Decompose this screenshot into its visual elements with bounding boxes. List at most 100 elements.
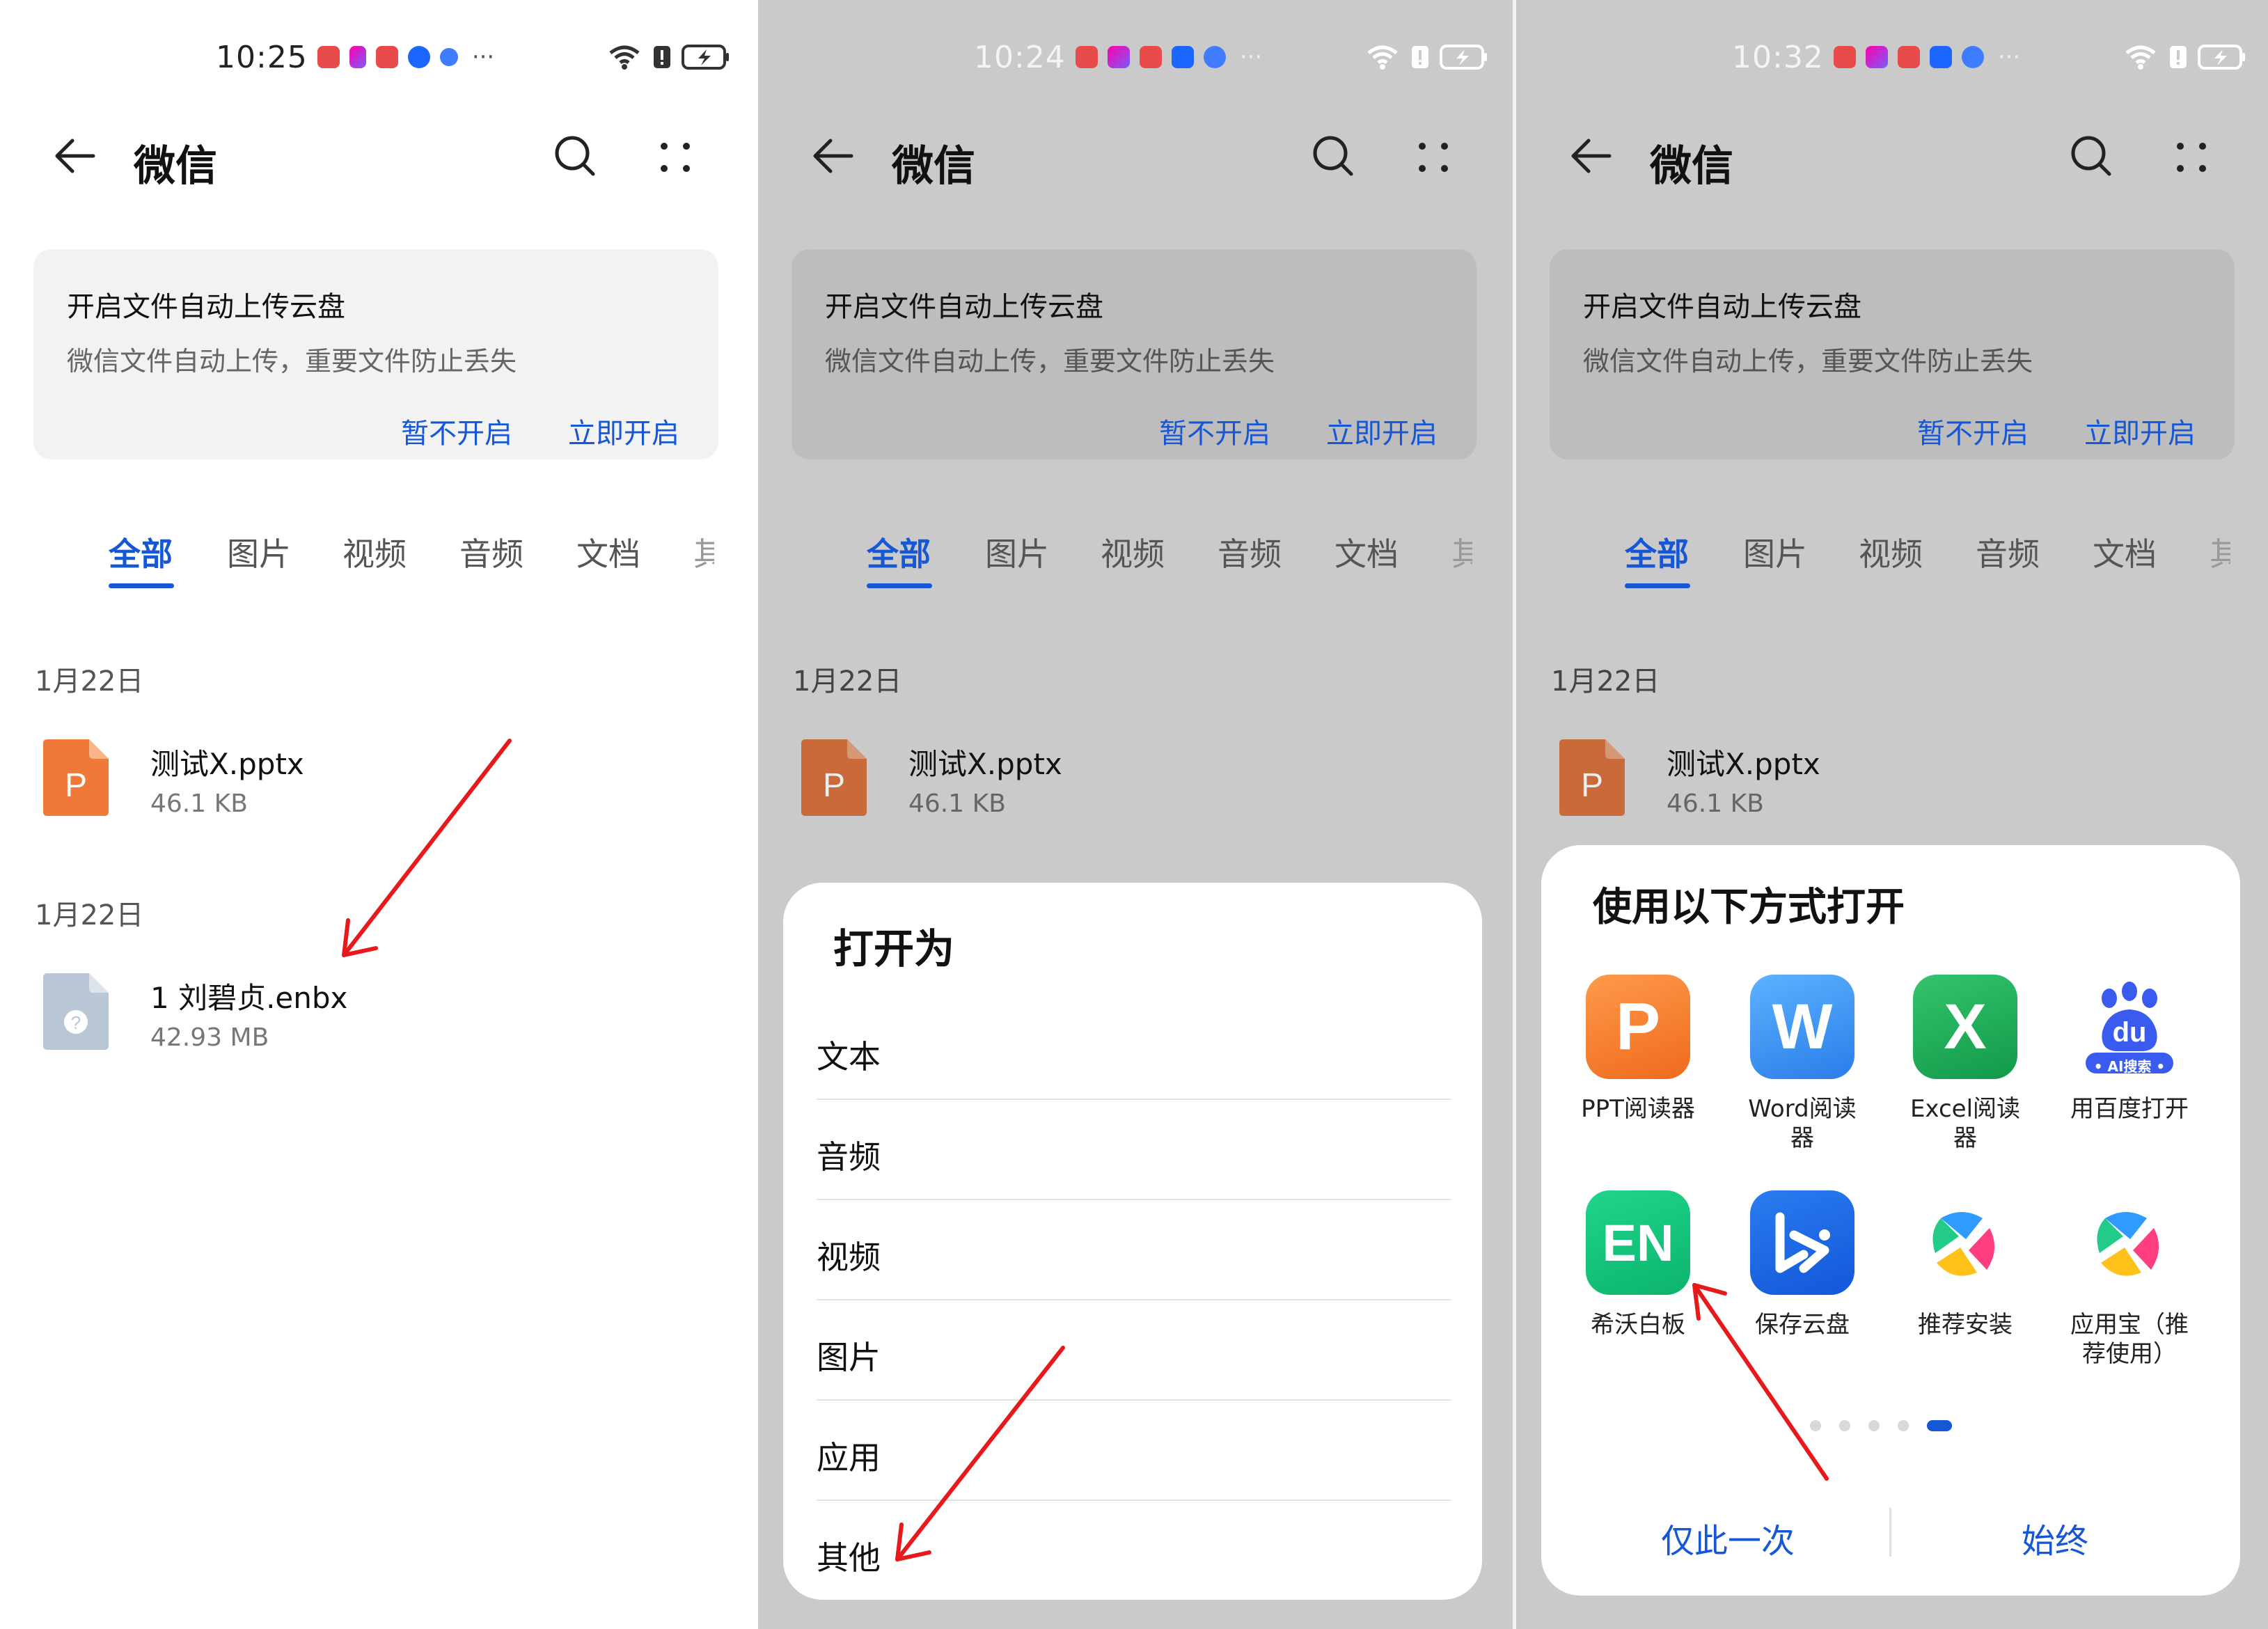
tab-documents[interactable]: 文档 [2093,529,2157,575]
tab-audio[interactable]: 音频 [1218,529,1282,575]
tab-videos[interactable]: 视频 [1101,529,1165,575]
app-notification-icon [1107,46,1130,68]
banner-title: 开启文件自动上传云盘 [67,291,345,323]
unknown-file-icon[interactable]: ? [43,973,109,1050]
page-dot[interactable] [1810,1420,1821,1431]
option-label: 应用 [817,1439,881,1477]
app-notification-icon [1075,46,1098,68]
always-button[interactable]: 始终 [2022,1513,2088,1562]
status-right [606,36,730,78]
page-dot-active[interactable] [1927,1420,1952,1431]
app-notification-icon [1203,46,1226,68]
tab-videos[interactable]: 视频 [1859,529,1923,575]
app-glyph: W [1772,991,1833,1062]
annotation-arrow-icon [342,739,512,957]
grid-more-icon[interactable] [654,136,696,178]
date-header: 1月22日 [35,899,144,931]
tab-audio[interactable]: 音频 [459,529,523,575]
tab-images[interactable]: 图片 [227,529,291,575]
tab-audio[interactable]: 音频 [1976,529,2040,575]
app-excel-reader[interactable]: X Excel阅读器 [1892,975,2038,1153]
tab-documents[interactable]: 文档 [1334,529,1399,575]
banner-enable-button[interactable]: 立即开启 [568,411,679,451]
svg-text:P: P [1581,767,1603,804]
search-icon[interactable] [550,131,600,181]
tab-other[interactable]: 其 [2210,529,2230,575]
grid-more-icon[interactable] [1412,136,1454,178]
cloud-upload-banner: 开启文件自动上传云盘 微信文件自动上传，重要文件防止丢失 暂不开启 立即开启 [792,249,1476,459]
app-baidu-open[interactable]: du • AI搜索 • 用百度打开 [2056,975,2203,1124]
app-notification-icon [1865,46,1888,68]
page-indicator [1810,1420,1952,1431]
app-store-icon [1913,1190,2017,1295]
tab-all[interactable]: 全部 [867,529,931,575]
screen-open-with-sheet: 10:32 ··· 微信 开启文件自动上传云盘 微信文件自动上传，重要文件防止丢… [1516,0,2268,1629]
page-title: 微信 [134,142,217,191]
status-bar: 10:24 ··· [974,36,1262,78]
search-icon[interactable] [2066,131,2116,181]
app-recommended-install[interactable]: 推荐安装 [1892,1190,2038,1339]
back-arrow-icon[interactable] [50,131,100,181]
banner-enable-button[interactable]: 立即开启 [2084,411,2196,451]
ppt-file-icon[interactable]: P [801,739,867,816]
open-as-option-audio[interactable]: 音频 [817,1099,1451,1200]
tab-other[interactable]: 其 [1451,529,1472,575]
open-as-option-image[interactable]: 图片 [817,1299,1451,1401]
page-dot[interactable] [1868,1420,1880,1431]
app-glyph: X [1944,991,1987,1062]
tab-videos[interactable]: 视频 [342,529,407,575]
open-as-option-app[interactable]: 应用 [817,1399,1451,1501]
app-yingyongbao[interactable]: 应用宝（推荐使用） [2056,1190,2203,1369]
page-title: 微信 [892,142,975,191]
tab-documents[interactable]: 文档 [576,529,640,575]
tab-images[interactable]: 图片 [985,529,1049,575]
banner-later-button[interactable]: 暂不开启 [1159,411,1270,451]
app-save-cloud[interactable]: 保存云盘 [1729,1190,1875,1339]
file-size: 42.93 MB [150,1023,269,1052]
app-label: 希沃白板 [1591,1311,1685,1339]
page-dot[interactable] [1839,1420,1850,1431]
open-as-option-video[interactable]: 视频 [817,1199,1451,1300]
file-name[interactable]: 1 刘碧贞.enbx [150,975,347,1017]
tencent-appstore-icon [1932,1212,1995,1276]
ppt-file-icon[interactable]: P [43,739,109,816]
banner-enable-button[interactable]: 立即开启 [1326,411,1438,451]
search-icon[interactable] [1308,131,1358,181]
banner-later-button[interactable]: 暂不开启 [401,411,512,451]
battery-charging-icon [682,45,729,70]
app-label: 用百度打开 [2070,1095,2189,1123]
wifi-icon [2125,45,2156,70]
more-notifications-icon: ··· [1997,43,2021,71]
file-size: 46.1 KB [1667,789,1764,818]
app-notification-icon [439,48,458,66]
file-name[interactable]: 测试X.pptx [150,741,304,783]
open-as-option-other[interactable]: 其他 [817,1500,1451,1600]
ai-search-badge: • AI搜索 • [2093,1058,2166,1075]
open-as-option-text[interactable]: 文本 [817,998,1451,1100]
wifi-icon [609,45,640,70]
app-glyph: P [1615,989,1661,1064]
cloud-upload-banner: 开启文件自动上传云盘 微信文件自动上传，重要文件防止丢失 暂不开启 立即开启 [1550,249,2235,459]
back-arrow-icon[interactable] [808,131,858,181]
file-name[interactable]: 测试X.pptx [1667,741,1820,783]
date-header: 1月22日 [793,666,902,698]
tab-images[interactable]: 图片 [1743,529,1807,575]
banner-later-button[interactable]: 暂不开启 [1917,411,2029,451]
tencent-appstore-icon [2097,1212,2159,1276]
page-dot[interactable] [1898,1420,1909,1431]
just-once-button[interactable]: 仅此一次 [1661,1513,1795,1562]
tab-all[interactable]: 全部 [1625,529,1689,575]
file-name[interactable]: 测试X.pptx [908,741,1062,783]
app-ppt-reader[interactable]: P PPT阅读器 [1565,975,1711,1124]
back-arrow-icon[interactable] [1566,131,1616,181]
tab-all[interactable]: 全部 [109,529,173,575]
grid-more-icon[interactable] [2171,136,2212,178]
button-divider [1889,1508,1891,1557]
app-seewo-whiteboard[interactable]: EN 希沃白板 [1565,1190,1711,1339]
app-word-reader[interactable]: W Word阅读器 [1729,975,1875,1153]
cloud-upload-banner: 开启文件自动上传云盘 微信文件自动上传，重要文件防止丢失 暂不开启 立即开启 [33,249,718,459]
tab-other[interactable]: 其 [693,529,714,575]
ppt-file-icon[interactable]: P [1559,739,1625,816]
app-notification-icon [1139,46,1162,68]
svg-text:?: ? [71,1012,81,1033]
